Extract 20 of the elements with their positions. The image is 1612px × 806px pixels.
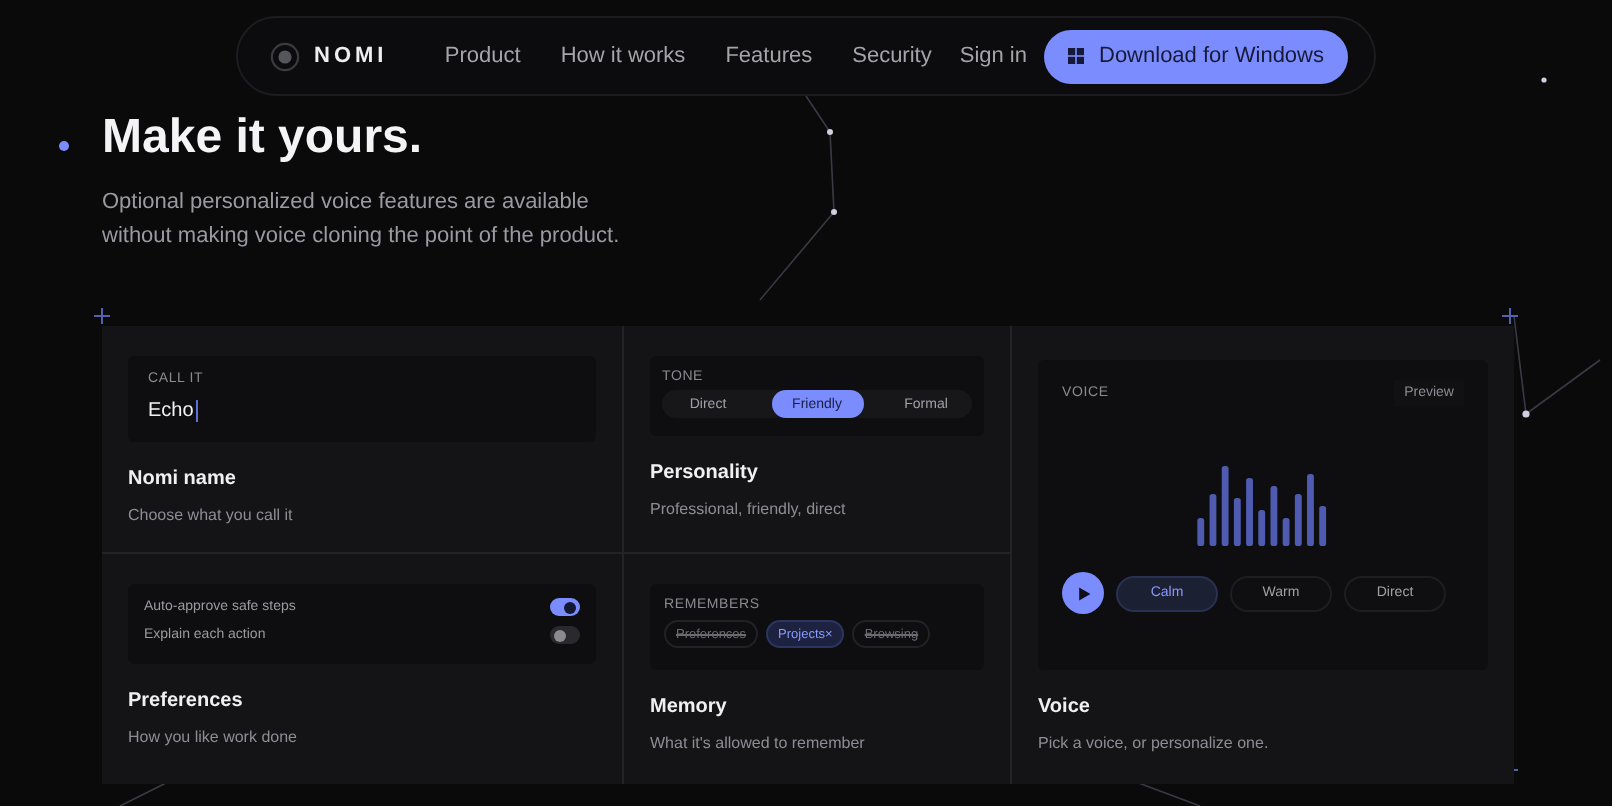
card-title: Preferences [128, 690, 245, 712]
card-description: What it's allowed to remember [650, 734, 867, 752]
nav-link[interactable]: Security [852, 44, 932, 68]
nav-link[interactable]: Features [725, 44, 813, 68]
field-value: Echo [148, 400, 198, 422]
download-button[interactable]: Download for Windows [1043, 29, 1348, 83]
brand-name: NOMI [314, 44, 388, 68]
card-description: Pick a voice, or personalize one. [1038, 734, 1271, 752]
card-title: Nomi name [128, 468, 238, 490]
nav-link[interactable]: How it works [560, 44, 686, 68]
card-title: Voice [1038, 696, 1092, 718]
sign-in-link[interactable]: Sign in [959, 44, 1027, 68]
hero-subtitle: Optional personalized voice features are available without making voice cloning the point of the product. [102, 188, 622, 252]
card-description: How you like work done [128, 728, 299, 746]
card-description: Choose what you call it [128, 506, 295, 524]
card-title: Personality [650, 462, 760, 484]
hero-title: Make it yours. [102, 110, 425, 166]
card-description: Professional, friendly, direct [650, 500, 848, 518]
card-title: Memory [650, 696, 729, 718]
nav-link[interactable]: Product [444, 44, 521, 68]
